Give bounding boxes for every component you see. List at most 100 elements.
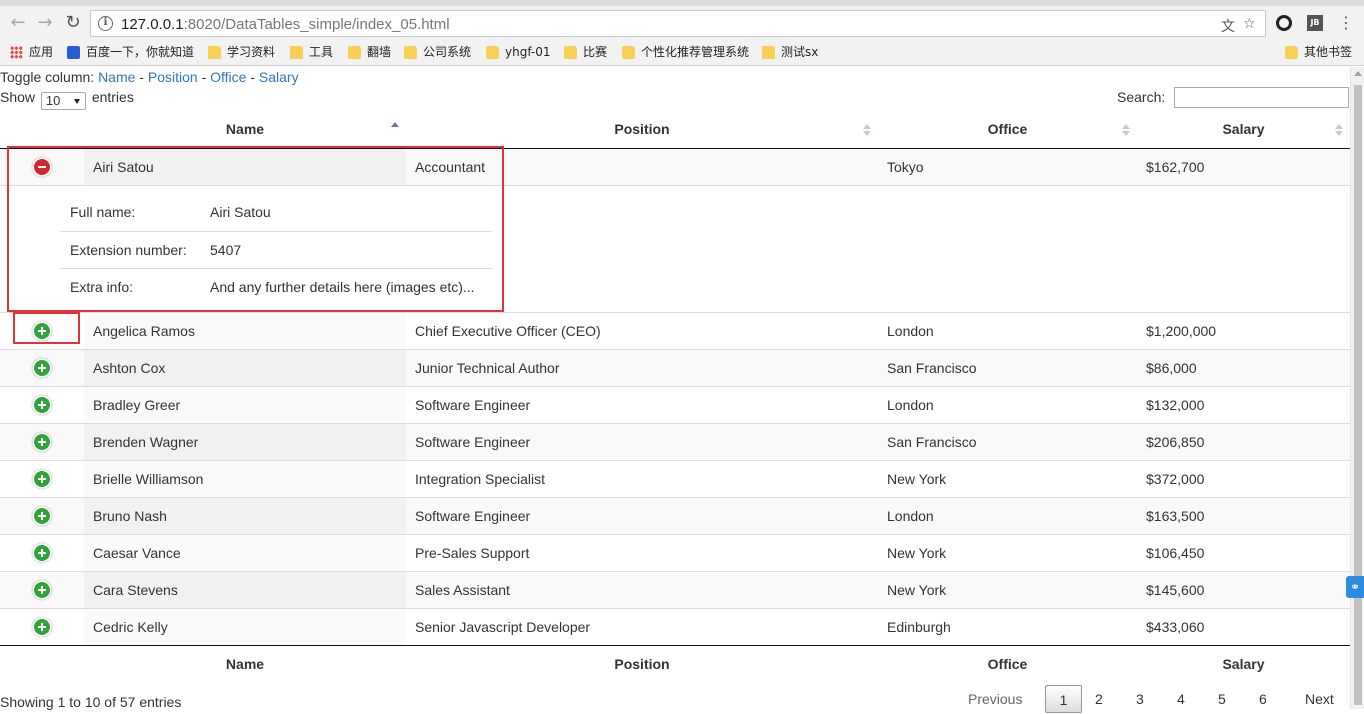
cell-office: New York (878, 533, 1137, 571)
table-row[interactable]: Brielle Williamson Integration Specialist… (0, 459, 1350, 497)
table-row[interactable]: Cedric Kelly Senior Javascript Developer E… (0, 607, 1350, 645)
row-control-cell[interactable] (0, 348, 84, 386)
extension-o-icon[interactable] (1276, 15, 1292, 31)
detail-value: 5407 (210, 241, 242, 258)
forward-icon[interactable]: → (35, 13, 55, 33)
table-row[interactable]: Bradley Greer Software Engineer London $132… (0, 385, 1350, 423)
cell-office: San Francisco (878, 422, 1137, 460)
cell-position: Software Engineer (406, 422, 878, 460)
bookmark-apps[interactable]: 应用 (10, 44, 53, 61)
row-control-cell[interactable] (0, 311, 84, 349)
bookmark-label: 工具 (309, 45, 334, 59)
cell-position: Integration Specialist (406, 459, 878, 497)
scroll-up-arrow-icon[interactable] (1354, 71, 1362, 76)
toggle-label: Toggle column: (0, 69, 95, 85)
address-url[interactable]: 127.0.0.1:8020/DataTables_simple/index_0… (121, 16, 450, 33)
floating-link-icon[interactable]: ⚭ (1346, 576, 1364, 598)
expand-row-icon[interactable] (34, 582, 50, 599)
detail-label: Full name: (70, 203, 136, 220)
expand-row-icon[interactable] (34, 471, 50, 488)
table-row[interactable]: Bruno Nash Software Engineer London $163,50… (0, 496, 1350, 534)
table-row[interactable]: Cara Stevens Sales Assistant New York $145,… (0, 570, 1350, 608)
detail-cell: Full name: Airi Satou Extension number: 540… (0, 184, 1350, 312)
bookmark-folder[interactable]: 测试sx (762, 44, 818, 61)
table-row[interactable]: Brenden Wagner Software Engineer San Franc… (0, 422, 1350, 460)
folder-icon (290, 46, 303, 59)
toggle-link-name[interactable]: Name (98, 69, 135, 85)
table-row[interactable]: Ashton Cox Junior Technical Author San Fra… (0, 348, 1350, 386)
cell-salary: $106,450 (1137, 533, 1350, 571)
expand-row-icon[interactable] (34, 545, 50, 562)
address-bar[interactable]: i 127.0.0.1:8020/DataTables_simple/index… (90, 10, 1266, 37)
row-control-cell[interactable] (0, 533, 84, 571)
length-control: Show 10 entries (0, 89, 134, 110)
row-control-cell[interactable] (0, 147, 84, 185)
cell-office: London (878, 496, 1137, 534)
cell-name: Bruno Nash (84, 496, 406, 534)
expand-row-icon[interactable] (34, 397, 50, 414)
table-row[interactable]: Caesar Vance Pre-Sales Support New York $10… (0, 533, 1350, 571)
back-icon[interactable]: ← (8, 13, 28, 33)
site-info-icon[interactable]: i (98, 16, 113, 31)
table-info: Showing 1 to 10 of 57 entries (0, 694, 182, 710)
expand-row-icon[interactable] (34, 508, 50, 525)
table-row[interactable]: Airi Satou Accountant Tokyo $162,700 (0, 147, 1350, 185)
url-path: :8020/DataTables_simple/index_05.html (183, 16, 450, 33)
expand-row-icon[interactable] (34, 434, 50, 451)
row-control-cell[interactable] (0, 607, 84, 645)
extension-jb-icon[interactable]: JB (1307, 15, 1323, 31)
cell-name: Ashton Cox (84, 348, 406, 386)
cell-salary: $372,000 (1137, 459, 1350, 497)
bookmark-folder[interactable]: 翻墙 (348, 44, 391, 61)
toggle-link-office[interactable]: Office (210, 69, 246, 85)
column-header-name[interactable]: Name (84, 111, 406, 149)
bookmark-label: 百度一下，你就知道 (86, 45, 195, 59)
collapse-row-icon[interactable] (34, 159, 50, 176)
length-entries-label: entries (91, 89, 134, 105)
bookmark-folder[interactable]: 学习资料 (208, 44, 275, 61)
other-bookmarks[interactable]: 其他书签 (1285, 44, 1352, 61)
translate-icon[interactable]: 文 (1221, 16, 1235, 36)
separator: - (197, 69, 211, 85)
row-control-cell[interactable] (0, 496, 84, 534)
bookmark-folder[interactable]: 比赛 (564, 44, 607, 61)
scrollbar-thumb[interactable] (1354, 85, 1362, 705)
separator: - (246, 69, 259, 85)
bookmark-baidu[interactable]: 百度一下，你就知道 (67, 44, 194, 61)
folder-icon (348, 46, 361, 59)
column-header-office[interactable]: Office (878, 111, 1137, 149)
row-control-cell[interactable] (0, 570, 84, 608)
column-header-salary[interactable]: Salary (1137, 111, 1350, 149)
table-row[interactable]: Angelica Ramos Chief Executive Officer (C… (0, 311, 1350, 349)
cell-office: London (878, 311, 1137, 349)
bookmark-folder[interactable]: 工具 (290, 44, 333, 61)
cell-salary: $1,200,000 (1137, 311, 1350, 349)
cell-salary: $163,500 (1137, 496, 1350, 534)
bookmark-folder[interactable]: 个性化推荐管理系统 (622, 44, 749, 61)
folder-icon (622, 46, 635, 59)
toggle-link-salary[interactable]: Salary (259, 69, 299, 85)
bookmark-star-icon[interactable]: ☆ (1243, 16, 1256, 32)
cell-position: Junior Technical Author (406, 348, 878, 386)
row-control-cell[interactable] (0, 422, 84, 460)
expand-row-icon[interactable] (34, 323, 50, 340)
browser-menu-icon[interactable]: ⋮ (1338, 15, 1354, 31)
bookmark-folder[interactable]: 公司系统 (404, 44, 471, 61)
browser-chrome: ← → ↻ i 127.0.0.1:8020/DataTables_simple… (0, 0, 1364, 66)
expand-row-icon[interactable] (34, 619, 50, 636)
table-header-row: Name Position Office Salary (0, 111, 1350, 149)
toggle-link-position[interactable]: Position (148, 69, 198, 85)
column-header-position[interactable]: Position (406, 111, 878, 149)
search-input[interactable] (1174, 87, 1349, 108)
row-control-cell[interactable] (0, 459, 84, 497)
vertical-scrollbar[interactable] (1350, 67, 1364, 709)
cell-office: London (878, 385, 1137, 423)
detail-value: Airi Satou (210, 203, 271, 220)
entries-per-page-select[interactable]: 10 (40, 92, 86, 110)
reload-icon[interactable]: ↻ (63, 13, 83, 33)
header-label: Name (225, 121, 265, 138)
detail-label: Extra info: (70, 278, 134, 295)
expand-row-icon[interactable] (34, 360, 50, 377)
bookmark-folder[interactable]: yhgf-01 (486, 44, 551, 61)
row-control-cell[interactable] (0, 385, 84, 423)
